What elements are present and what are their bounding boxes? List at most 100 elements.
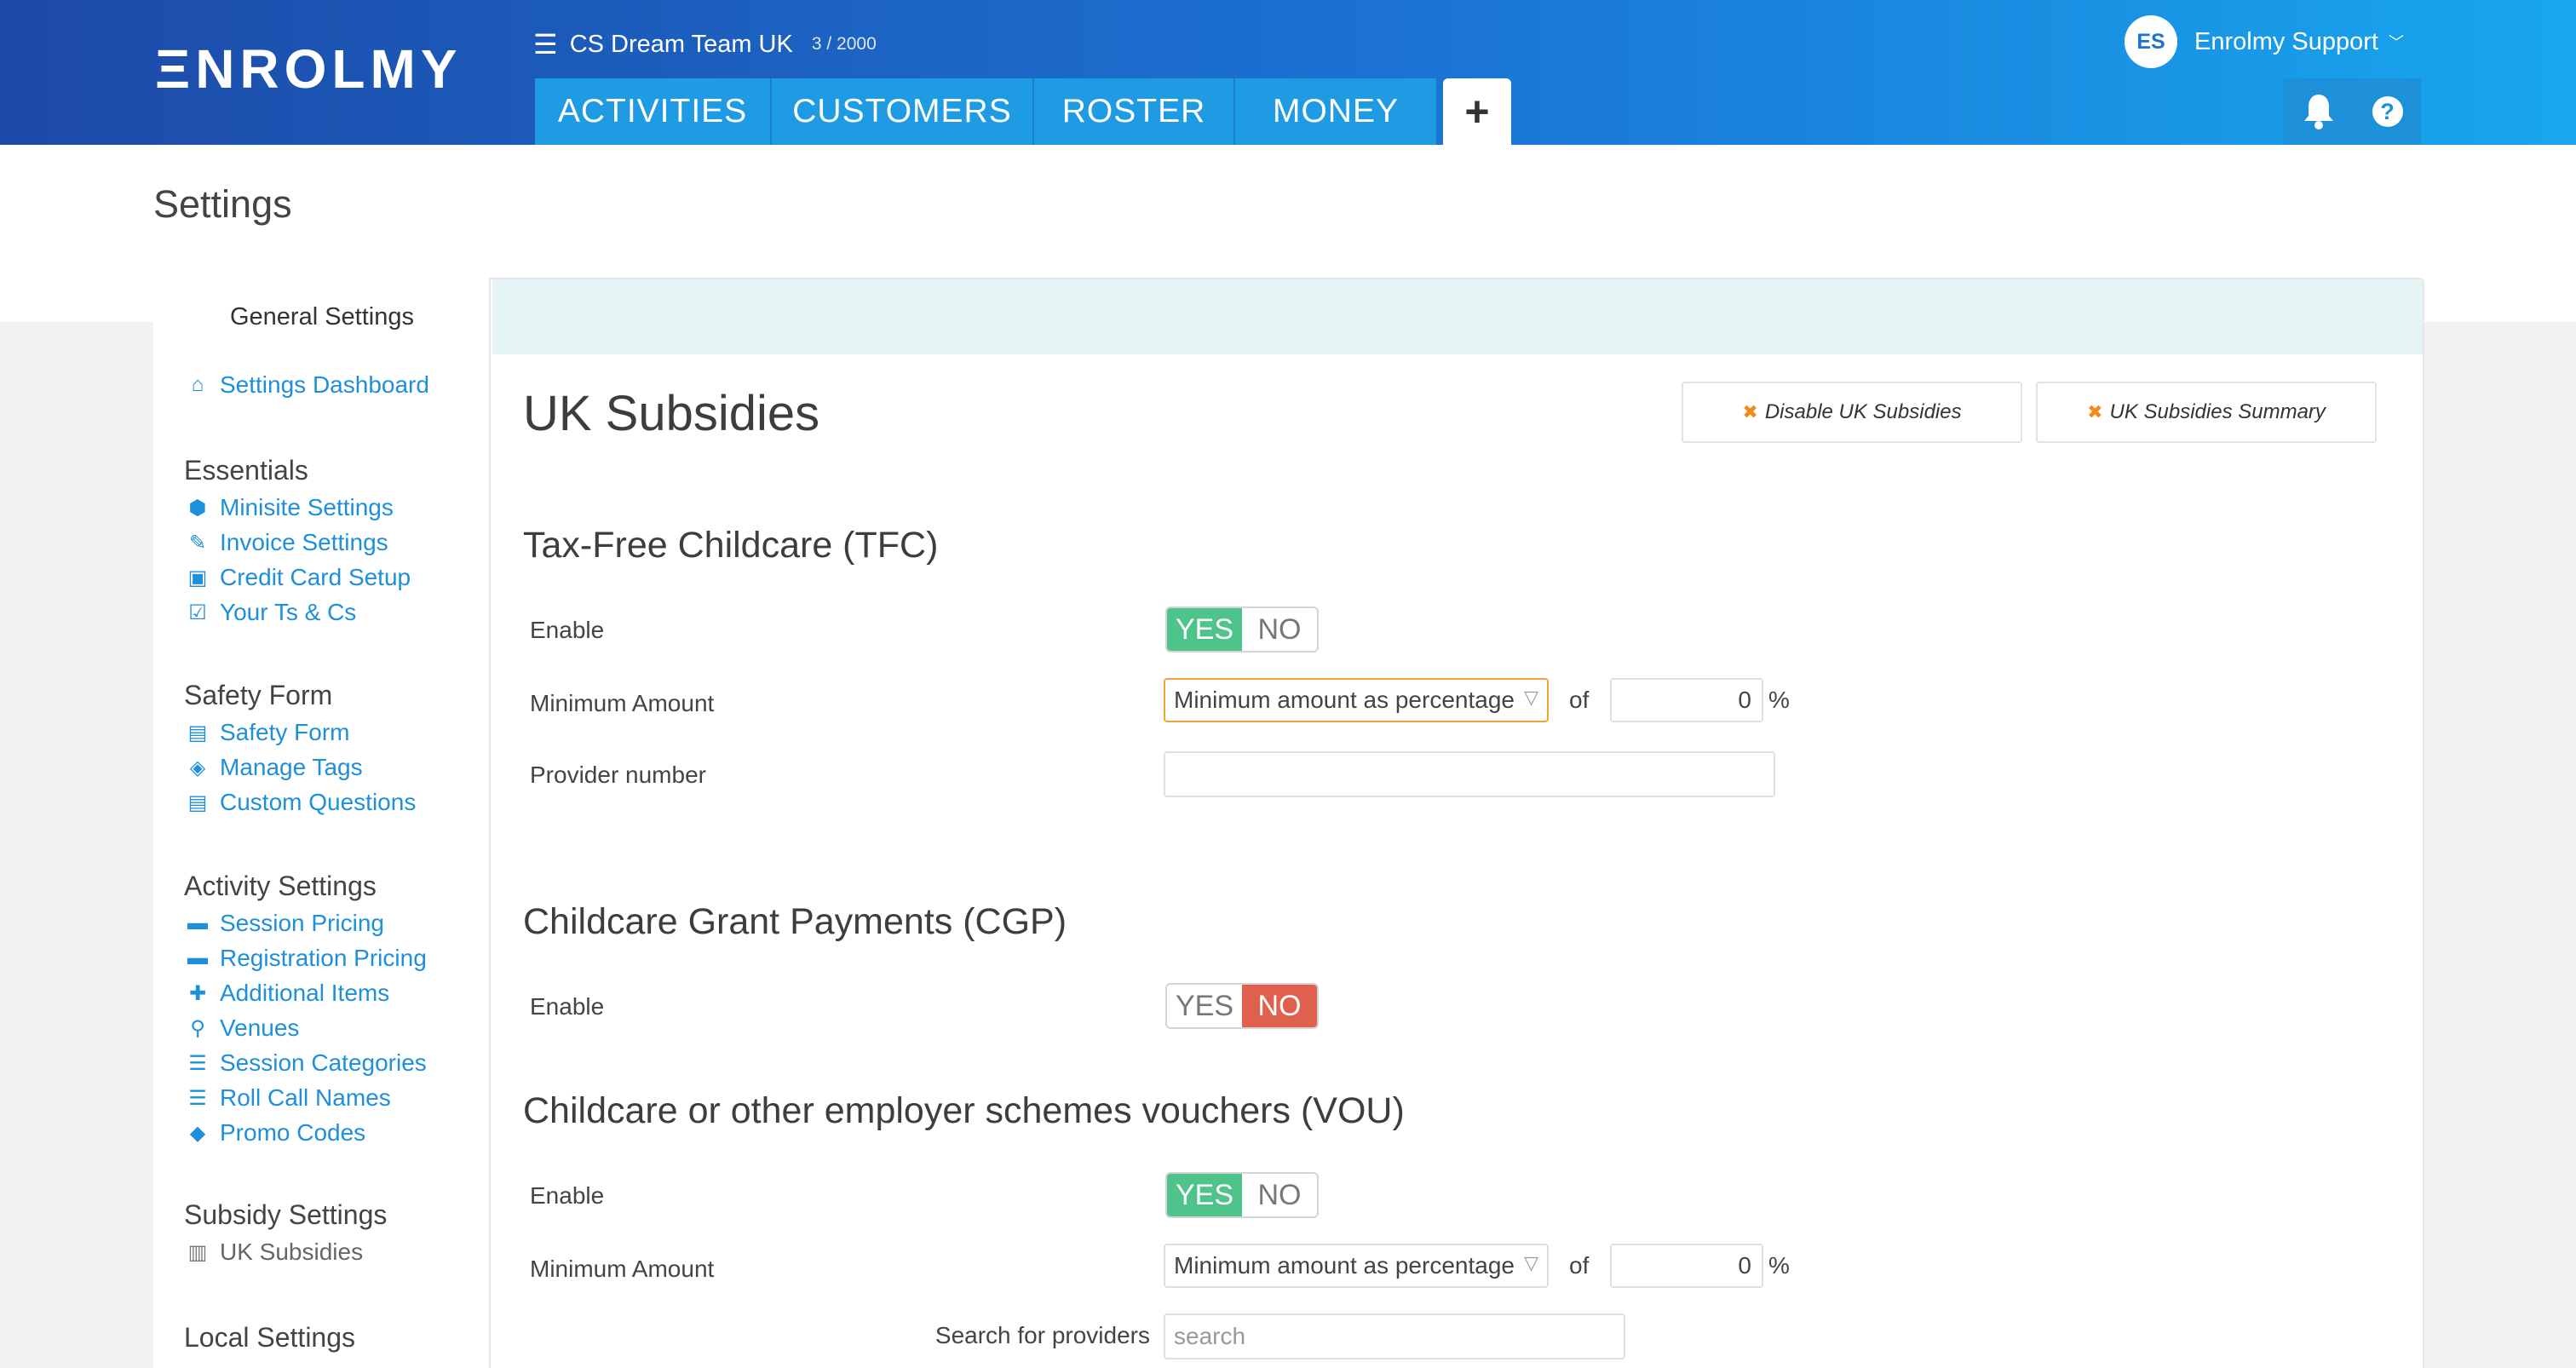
sidebar-item-label: Credit Card Setup [220, 564, 411, 590]
avatar[interactable]: ES [2125, 15, 2177, 68]
select-value: Minimum amount as percentage [1174, 1252, 1515, 1279]
sidebar-item-registration-pricing[interactable]: ▬ Registration Pricing [186, 945, 427, 972]
sidebar-item-session-pricing[interactable]: ▬ Session Pricing [186, 910, 384, 937]
sidebar-item-label: Safety Form [220, 719, 350, 745]
chevron-down-icon[interactable]: ﹀ [2389, 31, 2404, 53]
add-tab-button[interactable]: + [1443, 78, 1511, 145]
sidebar-item-label: UK Subsidies [220, 1239, 364, 1265]
tfc-minimum-amount-label: Minimum Amount [530, 690, 715, 716]
vou-search-providers-input[interactable]: search [1164, 1313, 1625, 1359]
content-header-band [492, 279, 2423, 354]
tfc-minimum-type-select[interactable]: Minimum amount as percentage ▽ [1164, 678, 1549, 722]
tfc-of-label: of [1569, 687, 1590, 713]
sidebar-item-manage-tags[interactable]: ◈ Manage Tags [186, 754, 363, 781]
sidebar-item-credit-card-setup[interactable]: ▣ Credit Card Setup [186, 564, 411, 591]
toggle-no[interactable]: NO [1242, 608, 1317, 651]
building-icon: ▥ [187, 1240, 208, 1264]
briefcase-icon: ▬ [187, 911, 208, 934]
section-title: UK Subsidies [523, 386, 820, 441]
hamburger-menu-icon[interactable]: ☰ [533, 31, 558, 58]
toggle-yes[interactable]: YES [1167, 985, 1242, 1027]
sidebar-item-label: Additional Items [220, 980, 390, 1006]
sidebar-heading-subsidy-settings: Subsidy Settings [184, 1199, 388, 1230]
bell-icon[interactable] [2302, 93, 2336, 130]
sidebar-item-minisite-settings[interactable]: ⬢ Minisite Settings [186, 494, 394, 521]
button-label: Disable UK Subsidies [1764, 400, 1962, 423]
sidebar-heading-essentials: Essentials [184, 455, 308, 486]
document-icon: ▤ [187, 721, 208, 744]
user-name[interactable]: Enrolmy Support [2194, 28, 2378, 56]
sidebar-item-safety-form[interactable]: ▤ Safety Form [186, 719, 350, 746]
document-icon: ▤ [187, 790, 208, 814]
sidebar-item-settings-dashboard[interactable]: ⌂ Settings Dashboard [186, 371, 429, 399]
user-menu[interactable]: ES Enrolmy Support ﹀ [2125, 15, 2404, 68]
organisation-count: 3 / 2000 [811, 34, 877, 54]
sidebar-item-session-categories[interactable]: ☰ Session Categories [186, 1049, 427, 1077]
sidebar-item-label: Roll Call Names [220, 1084, 391, 1111]
tfc-minimum-amount-input[interactable]: 0 [1610, 678, 1763, 722]
header-icon-tray: ? [2283, 78, 2421, 145]
sidebar-item-venues[interactable]: ⚲ Venues [186, 1015, 299, 1042]
list-icon: ☰ [188, 1051, 207, 1075]
ticket-icon: ◆ [189, 1121, 206, 1145]
help-icon[interactable]: ? [2372, 96, 2403, 127]
checkbox-icon: ☑ [188, 601, 207, 624]
sidebar-item-label: Promo Codes [220, 1119, 366, 1146]
sidebar-item-additional-items[interactable]: ✚ Additional Items [186, 980, 389, 1007]
sidebar-item-custom-questions[interactable]: ▤ Custom Questions [186, 789, 417, 816]
vou-minimum-amount-input[interactable]: 0 [1610, 1244, 1763, 1288]
tab-customers[interactable]: CUSTOMERS [772, 78, 1034, 145]
button-label: UK Subsidies Summary [2109, 400, 2326, 423]
toggle-no[interactable]: NO [1242, 1174, 1317, 1216]
chevron-down-icon: ▽ [1524, 687, 1538, 708]
enrolmy-logo[interactable]: ΞNROLMY [155, 39, 463, 99]
tab-roster[interactable]: ROSTER [1034, 78, 1235, 145]
toggle-no[interactable]: NO [1242, 985, 1317, 1027]
vou-of-label: of [1569, 1252, 1590, 1279]
disable-uk-subsidies-button[interactable]: ✖ Disable UK Subsidies [1682, 382, 2022, 443]
sidebar-item-roll-call-names[interactable]: ☰ Roll Call Names [186, 1084, 391, 1112]
briefcase-icon: ▬ [187, 946, 208, 969]
vou-minimum-type-select[interactable]: Minimum amount as percentage ▽ [1164, 1244, 1549, 1288]
sidebar-item-label: Venues [220, 1015, 300, 1041]
sidebar-item-ts-cs[interactable]: ☑ Your Ts & Cs [186, 599, 356, 626]
map-pin-icon: ⚲ [190, 1016, 205, 1040]
vou-enable-label: Enable [530, 1182, 605, 1209]
toggle-yes[interactable]: YES [1167, 608, 1242, 651]
vou-percent-label: % [1768, 1252, 1790, 1279]
uk-subsidies-summary-button[interactable]: ✖ UK Subsidies Summary [2036, 382, 2377, 443]
plus-icon: + [1464, 88, 1490, 135]
toggle-yes[interactable]: YES [1167, 1174, 1242, 1216]
page-title: Settings [153, 182, 292, 226]
organisation-name: CS Dream Team UK [569, 30, 793, 58]
close-icon: ✖ [1742, 401, 1758, 422]
vou-search-providers-label: Search for providers [934, 1322, 1150, 1348]
sidebar-item-label: Manage Tags [220, 754, 363, 780]
tfc-enable-label: Enable [530, 617, 605, 643]
tfc-provider-number-input[interactable] [1164, 751, 1775, 797]
close-icon: ✖ [2087, 401, 2103, 422]
sidebar-item-invoice-settings[interactable]: ✎ Invoice Settings [186, 529, 388, 556]
list-icon: ☰ [188, 1086, 207, 1110]
main-tabs: ACTIVITIES CUSTOMERS ROSTER MONEY + [535, 78, 1511, 145]
sidebar-item-promo-codes[interactable]: ◆ Promo Codes [186, 1119, 365, 1147]
tfc-heading: Tax-Free Childcare (TFC) [523, 525, 939, 566]
sidebar-item-label: Invoice Settings [220, 529, 388, 555]
tfc-enable-toggle[interactable]: YES NO [1165, 606, 1319, 652]
sidebar-item-label: Session Categories [220, 1049, 427, 1076]
vou-enable-toggle[interactable]: YES NO [1165, 1172, 1319, 1218]
select-value: Minimum amount as percentage [1174, 687, 1515, 713]
chevron-down-icon: ▽ [1524, 1252, 1538, 1273]
cgp-enable-toggle[interactable]: YES NO [1165, 983, 1319, 1029]
cgp-heading: Childcare Grant Payments (CGP) [523, 901, 1067, 942]
puzzle-icon: ✚ [188, 981, 207, 1005]
tab-activities[interactable]: ACTIVITIES [535, 78, 772, 145]
sidebar-item-uk-subsidies[interactable]: ▥ UK Subsidies [186, 1239, 363, 1266]
tab-money[interactable]: MONEY [1235, 78, 1436, 145]
sidebar-heading-safety-form: Safety Form [184, 680, 333, 710]
sidebar-item-label: Custom Questions [220, 789, 417, 815]
sidebar-item-label: Minisite Settings [220, 494, 394, 520]
tfc-percent-label: % [1768, 687, 1790, 713]
sidebar-item-label: Your Ts & Cs [220, 599, 357, 625]
organisation-switcher[interactable]: ☰ CS Dream Team UK 3 / 2000 [533, 26, 877, 63]
